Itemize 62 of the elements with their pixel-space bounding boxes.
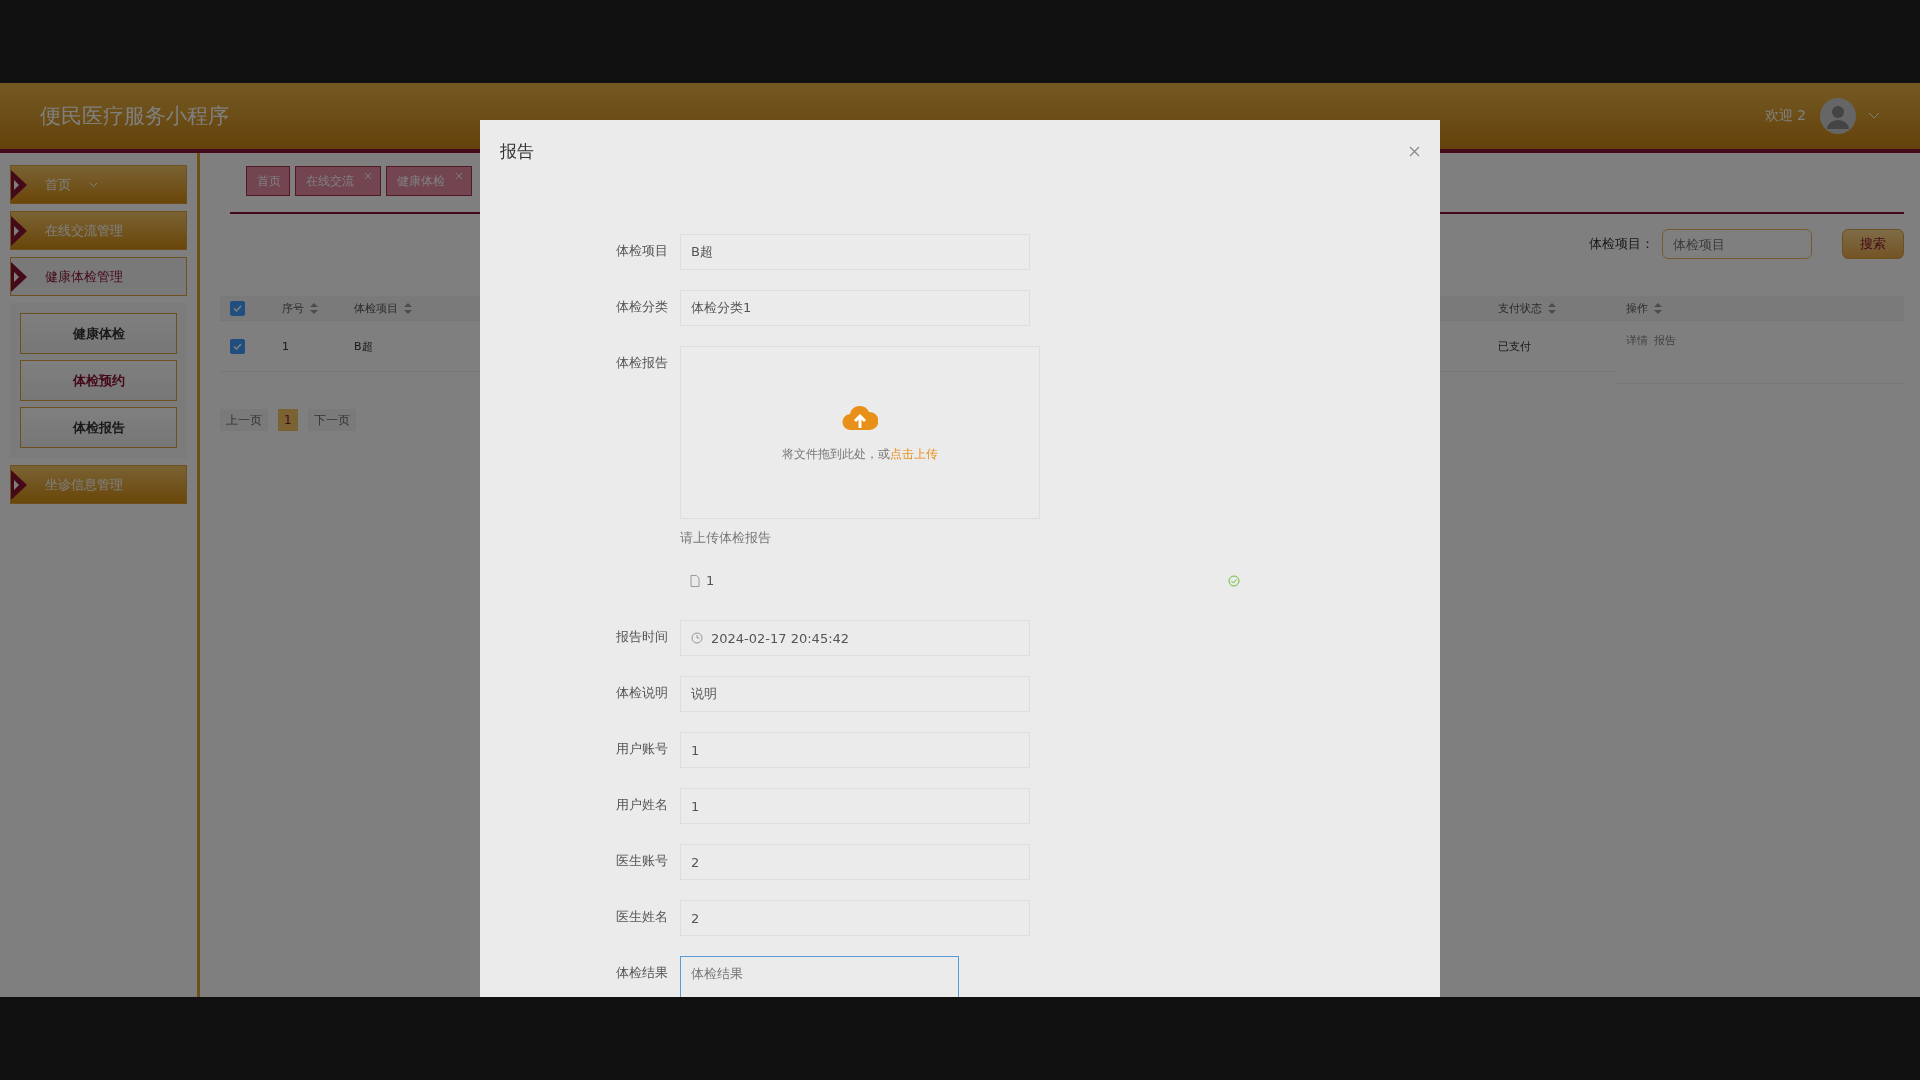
checkmark-icon	[233, 303, 242, 313]
table-cell: B超	[354, 338, 373, 354]
column-header[interactable]: 操作	[1616, 296, 1904, 321]
search-field[interactable]: 体检项目	[1662, 229, 1812, 259]
chevron-down-icon[interactable]	[1868, 112, 1880, 120]
sidebar-item[interactable]: 健康体检管理	[10, 257, 187, 296]
sidebar-item[interactable]: 在线交流管理	[10, 211, 187, 250]
text-field[interactable]: 2	[680, 844, 1030, 880]
checkbox[interactable]	[230, 300, 245, 316]
triangle-icon	[11, 215, 27, 246]
checkmark-icon	[233, 341, 242, 351]
field-label: 体检结果	[615, 964, 668, 982]
search-label: 体检项目：	[1589, 235, 1654, 253]
field-label: 报告时间	[615, 628, 668, 646]
sidebar-item[interactable]: 坐诊信息管理	[10, 465, 187, 504]
dialog-title: 报告	[500, 140, 534, 163]
field-label: 体检分类	[615, 298, 668, 316]
app-title: 便民医疗服务小程序	[40, 103, 230, 130]
field-label: 用户账号	[615, 740, 668, 758]
upload-link[interactable]: 点击上传	[890, 447, 938, 461]
triangle-icon	[11, 261, 27, 292]
sidebar-subitem[interactable]: 健康体检	[20, 313, 177, 354]
field-label: 医生账号	[615, 852, 668, 870]
date-time-field[interactable]: 2024-02-17 20:45:42	[680, 620, 1030, 656]
table-cell: 已支付	[1498, 338, 1531, 354]
triangle-icon	[11, 169, 27, 200]
column-header[interactable]: 序号	[272, 296, 344, 321]
sidebar-subitem[interactable]: 体检报告	[20, 407, 177, 448]
triangle-icon	[11, 469, 27, 500]
search-button[interactable]: 搜索	[1842, 229, 1904, 259]
column-header[interactable]: 支付状态	[1488, 296, 1616, 321]
upload-instructions: 将文件拖到此处，或点击上传	[782, 446, 938, 463]
field-label: 体检项目	[615, 242, 668, 260]
text-area[interactable]: 体检结果	[680, 956, 959, 997]
sort-icon[interactable]	[1654, 302, 1662, 314]
field-label: 体检报告	[615, 354, 668, 372]
upload-dropzone[interactable]: 将文件拖到此处，或点击上传	[680, 346, 1040, 519]
sort-icon[interactable]	[1548, 302, 1556, 314]
sort-icon[interactable]	[404, 302, 412, 314]
chevron-down-icon	[89, 181, 98, 188]
table-cell: 1	[282, 339, 289, 353]
upload-hint: 请上传体检报告	[680, 529, 772, 547]
sidebar-item[interactable]: 首页	[10, 165, 187, 204]
welcome-text: 欢迎 2	[1764, 107, 1806, 125]
field-label: 用户姓名	[615, 796, 668, 814]
text-field[interactable]: 1	[680, 732, 1030, 768]
text-field[interactable]: 2	[680, 900, 1030, 936]
sidebar-subitem[interactable]: 体检预约	[20, 360, 177, 401]
sort-icon[interactable]	[310, 302, 318, 314]
checkbox[interactable]	[230, 338, 245, 354]
text-field[interactable]: 1	[680, 788, 1030, 824]
document-icon	[690, 574, 700, 587]
field-label: 医生姓名	[615, 908, 668, 926]
file-name[interactable]: 1	[706, 573, 1222, 588]
close-icon[interactable]	[1409, 146, 1420, 157]
clock-icon	[691, 632, 703, 644]
text-field[interactable]: B超	[680, 234, 1030, 270]
text-field[interactable]: 体检分类1	[680, 290, 1030, 326]
text-field[interactable]: 说明	[680, 676, 1030, 712]
avatar[interactable]	[1820, 98, 1856, 134]
page-button[interactable]: 1	[278, 409, 298, 431]
field-label: 体检说明	[615, 684, 668, 702]
